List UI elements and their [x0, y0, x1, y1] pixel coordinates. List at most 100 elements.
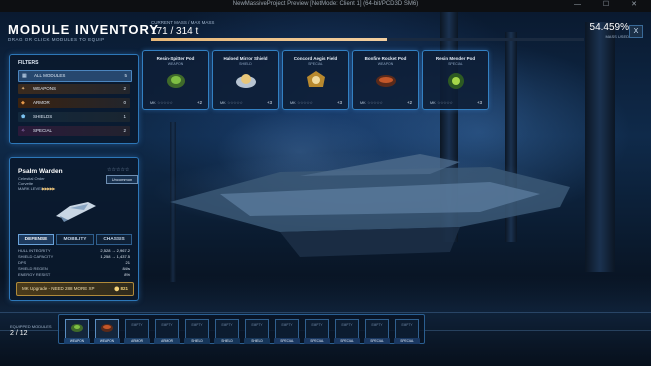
slot-type-label: WEAPON [64, 338, 90, 344]
filter-all-modules[interactable]: ▦ ALL MODULES 5 [18, 70, 132, 82]
filter-weapons[interactable]: ✦ WEAPONS 2 [18, 84, 130, 94]
background-tower [585, 22, 615, 272]
floor-grid-line [0, 312, 651, 313]
filter-label: ARMOR [33, 100, 50, 105]
filter-special[interactable]: ✧ SPECIAL 2 [18, 126, 130, 136]
equip-slot[interactable]: EMPTY ARMOR [154, 319, 180, 344]
equip-slot[interactable]: EMPTY SPECIAL [334, 319, 360, 344]
page-title: MODULE INVENTORY [8, 22, 160, 37]
weapon-icon: ✦ [21, 86, 26, 92]
module-card[interactable]: Concord Aegis Field SPECIAL MK ☆☆☆☆☆ +3 [282, 50, 349, 110]
slot-empty-label: EMPTY [281, 323, 293, 327]
ship-stars: ☆☆☆☆☆ [107, 167, 130, 173]
slot-empty-label: EMPTY [191, 323, 203, 327]
ship-detail-panel: Psalm Warden Celestial Order Corvette MA… [9, 157, 139, 301]
equip-slot[interactable]: EMPTY SPECIAL [304, 319, 330, 344]
slot-empty-label: EMPTY [401, 323, 413, 327]
slot-empty-label: EMPTY [221, 323, 233, 327]
page-subtitle: DRAG OR CLICK MODULES TO EQUIP [8, 37, 105, 42]
module-art [236, 74, 256, 88]
equip-slot[interactable]: EMPTY SPECIAL [364, 319, 390, 344]
filter-label: WEAPONS [33, 86, 57, 91]
module-mk-label: MK [290, 101, 296, 105]
module-name: Concord Aegis Field [293, 56, 338, 61]
filter-label: SPECIAL [33, 128, 53, 133]
mass-progress-fill [151, 38, 387, 41]
slot-type-label: SPECIAL [334, 338, 360, 344]
shield-icon: ⬟ [21, 114, 26, 120]
module-name: Resin Mender Pod [435, 56, 476, 61]
equip-slot[interactable]: EMPTY ARMOR [124, 319, 150, 344]
stat-label: DPS [18, 260, 27, 265]
stat-label: HULL INTEGRITY [18, 248, 51, 253]
filters-panel: FILTERS ▦ ALL MODULES 5 ✦ WEAPONS 2 ◆ AR… [9, 54, 139, 144]
module-type: WEAPON [167, 62, 184, 66]
equip-slot[interactable]: EMPTY SHIELD [244, 319, 270, 344]
module-card[interactable]: Bonfire Rocket Pod WEAPON MK ☆☆☆☆☆ +2 [352, 50, 419, 110]
mk-upgrade-button[interactable]: MK Upgrade - NEED 288 MORE XP ⬤ 821 [16, 282, 134, 296]
module-stars: ☆☆☆☆☆ [227, 100, 243, 105]
slot-empty-label: EMPTY [371, 323, 383, 327]
module-art [307, 71, 325, 87]
module-art [376, 75, 396, 87]
filter-label: ALL MODULES [34, 73, 66, 78]
upgrade-cost: ⬤ 821 [114, 286, 128, 291]
mass-value: 171 / 314 t [151, 26, 199, 37]
filter-shields[interactable]: ⬟ SHIELDS 1 [18, 112, 130, 122]
mass-label: CURRENT MASS / MAX MASS [151, 20, 215, 25]
equipped-count: 2 / 12 [10, 330, 28, 337]
tab-defense[interactable]: DEFENSE [18, 234, 54, 245]
stat-label: ENERGY RESIST [18, 272, 51, 277]
module-card[interactable]: Resin-Spitter Pod WEAPON MK ☆☆☆☆☆ +2 [142, 50, 209, 110]
ship-name: Psalm Warden [18, 168, 63, 175]
equipped-label: EQUIPPED MODULES [10, 324, 52, 329]
module-stars: ☆☆☆☆☆ [157, 100, 173, 105]
slot-empty-label: EMPTY [341, 323, 353, 327]
slot-type-label: SHIELD [184, 338, 210, 344]
equip-slot[interactable]: EMPTY SPECIAL [274, 319, 300, 344]
filter-count: 1 [123, 114, 126, 119]
module-type: SHIELD [239, 62, 252, 66]
slot-type-label: SPECIAL [304, 338, 330, 344]
module-stars: ☆☆☆☆☆ [297, 100, 313, 105]
tab-chassis[interactable]: CHASSIS [96, 234, 132, 245]
filters-title: FILTERS [18, 60, 39, 66]
equipped-slots-bar: WEAPON WEAPON EMPTY ARMOR EMPTY ARMOR EMPTY SHI… [58, 314, 425, 344]
filter-armor[interactable]: ◆ ARMOR 0 [18, 98, 130, 108]
module-art [167, 74, 185, 88]
module-bonus: +3 [266, 100, 272, 105]
armor-icon: ◆ [21, 100, 25, 106]
grid-icon: ▦ [22, 73, 27, 79]
module-bonus: +3 [476, 100, 482, 105]
mass-percent-label: MASS USED [605, 34, 629, 39]
stat-row: ENERGY RESIST 8% [18, 272, 130, 278]
slot-empty-label: EMPTY [311, 323, 323, 327]
slot-type-label: SPECIAL [364, 338, 390, 344]
equip-slot[interactable]: EMPTY SHIELD [214, 319, 240, 344]
slot-module-art [71, 324, 83, 332]
module-type: WEAPON [377, 62, 394, 66]
equip-slot[interactable]: EMPTY SHIELD [184, 319, 210, 344]
module-name: Resin-Spitter Pod [156, 56, 195, 61]
tab-mobility[interactable]: MOBILITY [56, 234, 94, 245]
filter-label: SHIELDS [33, 114, 53, 119]
slot-empty-label: EMPTY [131, 323, 143, 327]
stat-label: SHIELD REGEN [18, 266, 48, 271]
equip-slot[interactable]: EMPTY SPECIAL [394, 319, 420, 344]
module-card[interactable]: Resin Mender Pod SPECIAL MK ☆☆☆☆☆ +3 [422, 50, 489, 110]
module-stars: ☆☆☆☆☆ [367, 100, 383, 105]
rarity-badge: Uncommon [106, 175, 138, 184]
filter-count: 5 [124, 73, 127, 78]
filter-count: 0 [123, 100, 126, 105]
stat-value: 8% [124, 272, 130, 277]
slot-empty-label: EMPTY [251, 323, 263, 327]
equip-slot[interactable]: WEAPON [64, 319, 90, 344]
equip-slot[interactable]: WEAPON [94, 319, 120, 344]
special-icon: ✧ [21, 128, 26, 134]
close-button[interactable]: X [629, 25, 643, 38]
slot-type-label: ARMOR [124, 338, 150, 344]
window-controls[interactable]: — ☐ ✕ [574, 0, 647, 8]
module-type: SPECIAL [448, 62, 463, 66]
module-card[interactable]: Haloed Mirror Shield SHIELD MK ☆☆☆☆☆ +3 [212, 50, 279, 110]
slot-module-art [101, 324, 113, 332]
